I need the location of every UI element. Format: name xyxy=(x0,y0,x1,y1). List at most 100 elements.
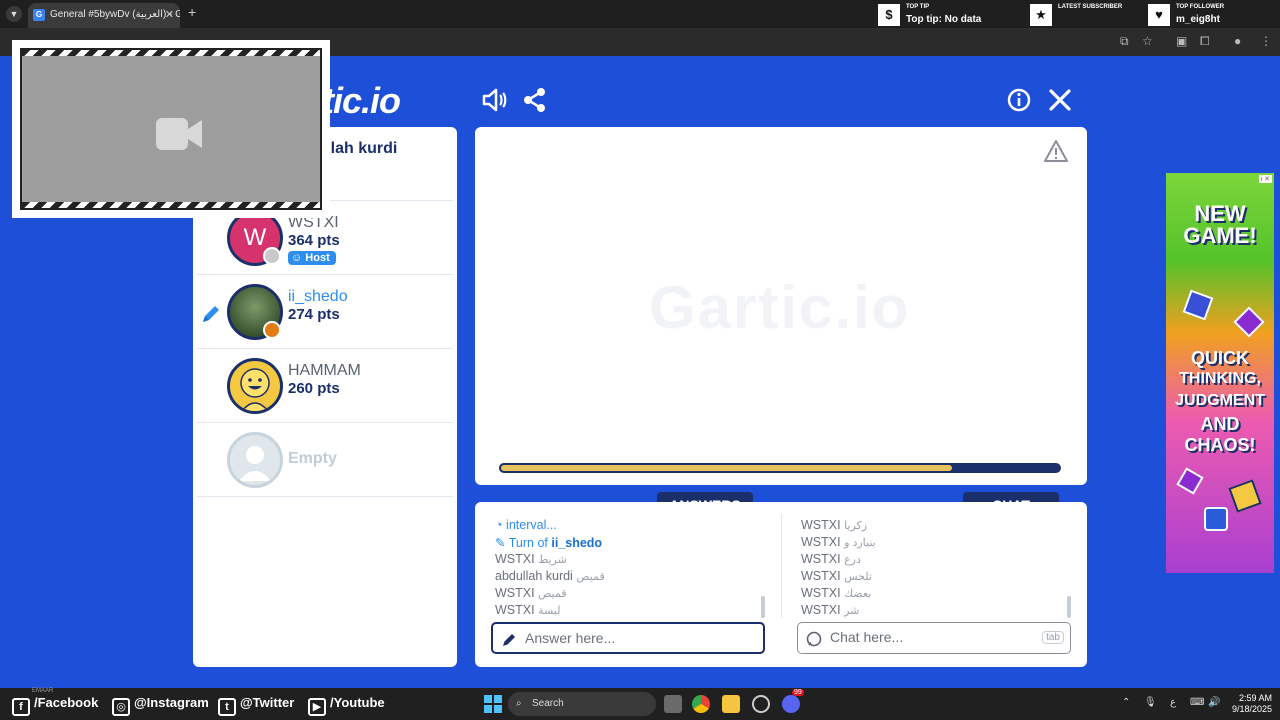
list-item: WSTXI قميص xyxy=(495,586,765,603)
message-nick: WSTXI xyxy=(495,603,535,617)
sound-icon[interactable] xyxy=(480,86,508,114)
widget-value: Top tip: No data xyxy=(906,14,982,25)
browser-tab-gartic[interactable]: G General #5bywDv (العربية) - Gartic ✕ xyxy=(28,3,180,28)
new-tab-icon[interactable]: + xyxy=(188,4,196,20)
message-nick: WSTXI xyxy=(495,552,535,566)
message-text: شر xyxy=(844,605,860,617)
close-icon[interactable] xyxy=(1046,86,1074,114)
windows-start-icon[interactable] xyxy=(484,695,502,713)
steam-icon[interactable] xyxy=(752,695,770,713)
webcam-feed xyxy=(20,48,322,210)
microphone-icon[interactable]: 🎙 xyxy=(1144,697,1157,708)
answers-scrollbar[interactable] xyxy=(761,596,765,618)
turn-timer-bar xyxy=(499,463,1061,473)
ad-line: THINKING, xyxy=(1179,370,1261,387)
video-camera-icon xyxy=(156,116,204,157)
keyboard-language[interactable]: ع xyxy=(1170,697,1176,708)
chrome-icon[interactable] xyxy=(692,695,710,713)
message-text: قميص xyxy=(576,571,605,583)
host-badge: ☺ Host xyxy=(288,251,336,265)
youtube-icon: ▶ xyxy=(308,698,326,716)
message-nick: WSTXI xyxy=(801,535,841,549)
top-tip-widget: $ TOP TIP Top tip: No data xyxy=(878,2,1018,28)
smiley-avatar-icon xyxy=(240,368,270,411)
report-warning-icon[interactable] xyxy=(1043,139,1069,168)
profile-avatar[interactable]: ● xyxy=(1234,34,1241,48)
empty-slot: Empty xyxy=(197,423,453,497)
ad-choices-icon[interactable]: i ✕ xyxy=(1258,175,1272,183)
message-nick: WSTXI xyxy=(801,552,841,566)
info-icon[interactable] xyxy=(1005,86,1033,114)
discord-icon[interactable]: 99 xyxy=(782,689,804,713)
interval-clock-icon: ◔ xyxy=(495,518,503,532)
money-bag-icon: $ xyxy=(878,4,900,26)
system-text: interval... xyxy=(506,518,557,532)
kebab-menu-icon[interactable]: ⋮ xyxy=(1260,34,1272,48)
chat-scrollbar[interactable] xyxy=(1067,596,1071,618)
empty-slot-label: Empty xyxy=(288,450,337,467)
player-name: HAMMAM xyxy=(288,362,361,379)
message-text: لبسة xyxy=(538,605,561,617)
panel-divider xyxy=(781,514,782,618)
taskbar-search[interactable]: ⌕ Search xyxy=(508,692,656,716)
top-follower-widget: ♥ TOP FOLLOWER m_eig8ht xyxy=(1148,2,1258,28)
list-item: abdullah kurdi قميص xyxy=(495,569,765,586)
empty-avatar-icon xyxy=(227,432,283,488)
player-points: 260 pts xyxy=(288,380,340,397)
player-row[interactable]: ii_shedo 274 pts xyxy=(197,275,453,349)
turn-player-name: ii_shedo xyxy=(551,536,603,550)
answers-list: ◔ interval... ✎ Turn of ii_shedo WSTXI ش… xyxy=(495,518,765,620)
ad-headline: NEW GAME! xyxy=(1183,201,1257,248)
tab-search-chevron-icon[interactable]: ▼ xyxy=(6,6,22,22)
player-row[interactable]: HAMMAM 260 pts xyxy=(197,349,453,423)
social-label: /Youtube xyxy=(330,695,385,710)
host-smile-icon: ☺ xyxy=(291,252,303,264)
drawing-canvas[interactable]: Gartic.io xyxy=(475,127,1087,485)
share-icon[interactable] xyxy=(521,86,549,114)
ad-gem-icon xyxy=(1233,306,1265,338)
list-item: WSTXI لبسة xyxy=(495,603,765,620)
chat-input[interactable] xyxy=(830,629,1050,645)
twitter-icon: t xyxy=(218,698,236,716)
heart-icon: ♥ xyxy=(1148,4,1170,26)
chat-input-box[interactable]: tab xyxy=(797,622,1071,654)
system-clock[interactable]: 2:59 AM 9/18/2025 xyxy=(1226,693,1272,715)
status-dot xyxy=(263,247,281,265)
message-nick: WSTXI xyxy=(801,569,841,583)
widget-label: TOP FOLLOWER xyxy=(1176,4,1225,10)
puzzle-icon[interactable]: ⧠ xyxy=(1200,34,1210,49)
tab-close-icon[interactable]: ✕ xyxy=(165,3,174,27)
task-view-icon[interactable] xyxy=(664,695,682,713)
list-item: WSTXI درع xyxy=(801,552,1071,569)
message-text: بعضك xyxy=(844,588,872,600)
tray-chevron-icon[interactable]: ⌃ xyxy=(1122,697,1130,708)
ad-line: JUDGMENT xyxy=(1175,392,1265,409)
player-points: 364 pts xyxy=(288,232,340,249)
list-item: WSTXI شر xyxy=(801,603,1071,620)
ad-star-card-icon xyxy=(1228,479,1262,513)
host-label: Host xyxy=(305,252,330,264)
extension-icon[interactable]: ▣ xyxy=(1176,34,1187,48)
message-text: زكريا xyxy=(844,520,868,532)
widget-label: LATEST SUBSCRIBER xyxy=(1058,4,1123,10)
ad-line: AND xyxy=(1200,414,1240,434)
status-dot xyxy=(263,321,281,339)
answer-input[interactable] xyxy=(525,630,745,646)
list-item: WSTXI تلحس xyxy=(801,569,1071,586)
volume-icon[interactable]: 🔊 xyxy=(1208,697,1220,708)
bookmark-star-icon[interactable]: ☆ xyxy=(1142,34,1153,48)
webcam-stripe-top xyxy=(22,50,320,56)
network-icon[interactable]: ⌨ xyxy=(1190,697,1204,708)
answer-input-box[interactable] xyxy=(491,622,765,654)
advertisement-banner[interactable]: i ✕ NEW GAME! QUICK THINKING, JUDGMENT A… xyxy=(1166,173,1274,573)
ad-gem-icon xyxy=(1176,467,1204,495)
ad-line: CHAOS! xyxy=(1184,435,1256,455)
facebook-icon: f xyxy=(12,698,30,716)
install-app-icon[interactable]: ⧉ xyxy=(1120,34,1129,49)
message-nick: WSTXI xyxy=(801,603,841,617)
file-explorer-icon[interactable] xyxy=(722,695,740,713)
player-points: 274 pts xyxy=(288,306,340,323)
message-text: شريط xyxy=(538,554,567,566)
widget-value: m_eig8ht xyxy=(1176,14,1220,25)
turn-pencil-icon: ✎ xyxy=(495,536,506,550)
